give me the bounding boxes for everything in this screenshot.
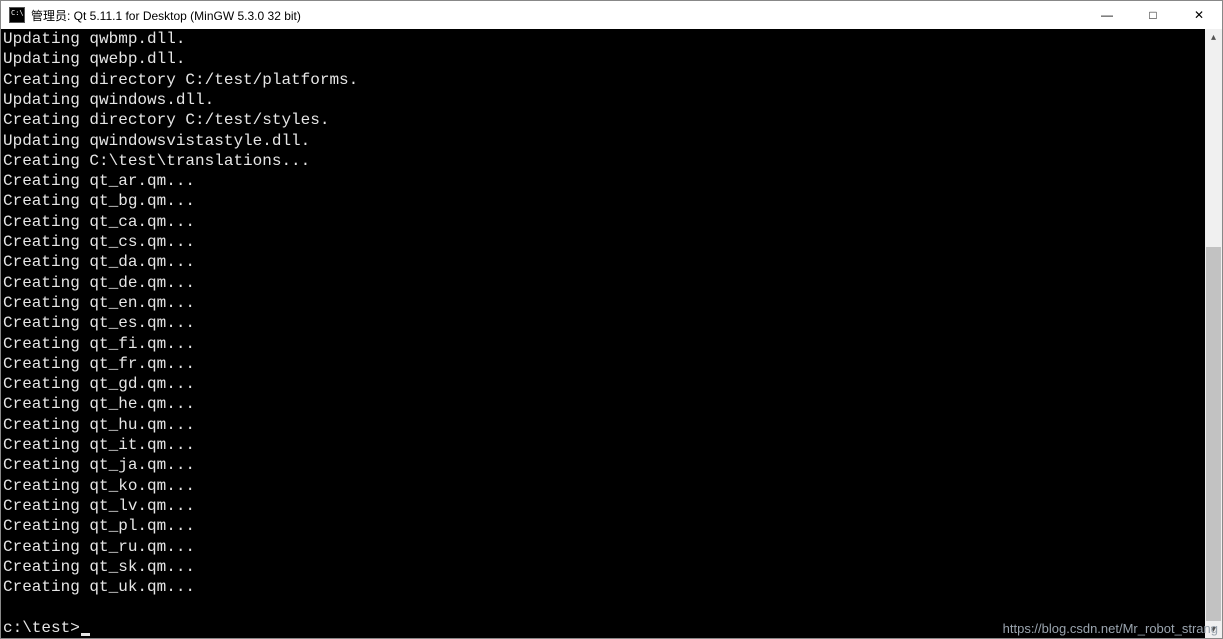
terminal-line: Creating qt_ko.qm... <box>3 476 1205 496</box>
terminal-output[interactable]: Updating qwbmp.dll.Updating qwebp.dll.Cr… <box>1 29 1205 638</box>
window-controls: — □ ✕ <box>1084 1 1222 29</box>
terminal-line: Creating qt_ru.qm... <box>3 537 1205 557</box>
minimize-button[interactable]: — <box>1084 1 1130 29</box>
titlebar[interactable]: 管理员: Qt 5.11.1 for Desktop (MinGW 5.3.0 … <box>1 1 1222 29</box>
close-icon: ✕ <box>1194 8 1204 22</box>
terminal-line: Updating qwbmp.dll. <box>3 29 1205 49</box>
terminal-line: Creating qt_hu.qm... <box>3 415 1205 435</box>
maximize-button[interactable]: □ <box>1130 1 1176 29</box>
terminal-line: Creating qt_ja.qm... <box>3 455 1205 475</box>
terminal-line: Creating qt_en.qm... <box>3 293 1205 313</box>
client-area: Updating qwbmp.dll.Updating qwebp.dll.Cr… <box>1 29 1222 638</box>
terminal-line: Updating qwebp.dll. <box>3 49 1205 69</box>
chevron-up-icon: ▴ <box>1211 32 1216 43</box>
maximize-icon: □ <box>1149 8 1156 22</box>
terminal-line: Creating qt_fi.qm... <box>3 334 1205 354</box>
scroll-track[interactable] <box>1205 46 1222 621</box>
terminal-line: Creating qt_da.qm... <box>3 252 1205 272</box>
app-window: 管理员: Qt 5.11.1 for Desktop (MinGW 5.3.0 … <box>0 0 1223 639</box>
terminal-line: Creating qt_ar.qm... <box>3 171 1205 191</box>
terminal-line: Creating qt_pl.qm... <box>3 516 1205 536</box>
terminal-blank-line <box>3 597 1205 617</box>
terminal-line: Creating qt_it.qm... <box>3 435 1205 455</box>
terminal-line: Creating qt_lv.qm... <box>3 496 1205 516</box>
terminal-line: Creating qt_cs.qm... <box>3 232 1205 252</box>
terminal-cursor <box>81 633 90 636</box>
scroll-up-button[interactable]: ▴ <box>1205 29 1222 46</box>
minimize-icon: — <box>1101 8 1113 22</box>
terminal-prompt-line[interactable]: c:\test> <box>3 618 1205 638</box>
terminal-line: Creating qt_ca.qm... <box>3 212 1205 232</box>
terminal-line: Creating directory C:/test/platforms. <box>3 70 1205 90</box>
scroll-down-button[interactable]: ▾ <box>1205 621 1222 638</box>
terminal-line: Creating qt_sk.qm... <box>3 557 1205 577</box>
terminal-line: Updating qwindowsvistastyle.dll. <box>3 131 1205 151</box>
chevron-down-icon: ▾ <box>1211 624 1216 635</box>
terminal-line: Creating qt_he.qm... <box>3 394 1205 414</box>
close-button[interactable]: ✕ <box>1176 1 1222 29</box>
terminal-line: Creating directory C:/test/styles. <box>3 110 1205 130</box>
terminal-line: Creating qt_bg.qm... <box>3 191 1205 211</box>
terminal-line: Creating qt_uk.qm... <box>3 577 1205 597</box>
terminal-line: Creating qt_de.qm... <box>3 273 1205 293</box>
cmd-icon <box>9 7 25 23</box>
scroll-thumb[interactable] <box>1206 247 1221 621</box>
terminal-line: Creating qt_fr.qm... <box>3 354 1205 374</box>
terminal-line: Creating qt_gd.qm... <box>3 374 1205 394</box>
terminal-line: Updating qwindows.dll. <box>3 90 1205 110</box>
vertical-scrollbar[interactable]: ▴ ▾ <box>1205 29 1222 638</box>
terminal-line: Creating C:\test\translations... <box>3 151 1205 171</box>
terminal-prompt: c:\test> <box>3 618 80 638</box>
terminal-line: Creating qt_es.qm... <box>3 313 1205 333</box>
window-title: 管理员: Qt 5.11.1 for Desktop (MinGW 5.3.0 … <box>31 7 301 24</box>
